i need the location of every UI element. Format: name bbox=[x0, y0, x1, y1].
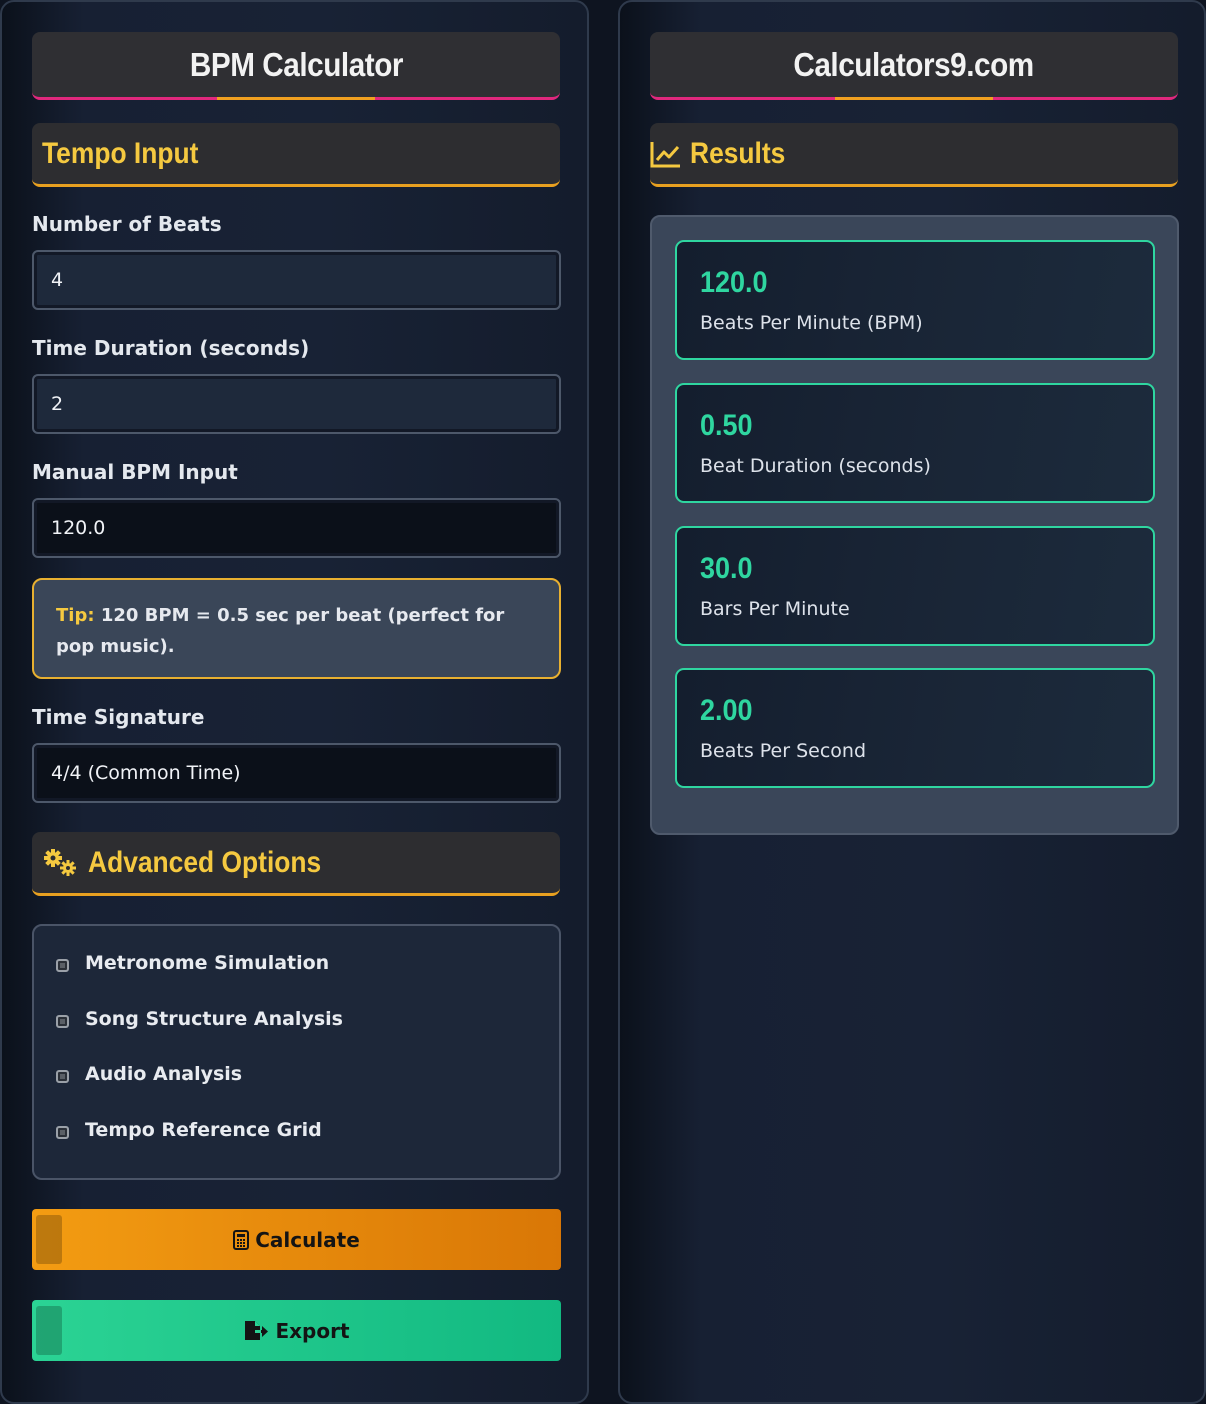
site-header: Calculators9.com bbox=[650, 32, 1178, 100]
option-song-structure-analysis[interactable]: Song Structure Analysis bbox=[56, 1008, 343, 1030]
manual-bpm-input[interactable] bbox=[32, 498, 561, 558]
duration-input[interactable] bbox=[32, 374, 561, 434]
option-label: Metronome Simulation bbox=[85, 952, 330, 974]
beats-input[interactable] bbox=[32, 250, 561, 310]
time-signature-label: Time Signature bbox=[32, 705, 205, 729]
tip-box: Tip: 120 BPM = 0.5 sec per beat (perfect… bbox=[32, 578, 561, 679]
beats-label: Number of Beats bbox=[32, 212, 222, 236]
time-signature-value: 4/4 (Common Time) bbox=[51, 762, 241, 784]
result-value: 30.0 bbox=[700, 552, 753, 585]
advanced-options-section-header: Advanced Options bbox=[32, 832, 560, 896]
audio-analysis-checkbox[interactable] bbox=[56, 1069, 69, 1083]
result-value: 0.50 bbox=[700, 409, 753, 442]
result-label: Beats Per Second bbox=[700, 740, 866, 762]
tempo-input-section-header: Tempo Input bbox=[32, 123, 560, 187]
calculator-header: BPM Calculator bbox=[32, 32, 560, 100]
calculator-title: BPM Calculator bbox=[189, 45, 403, 83]
duration-label: Time Duration (seconds) bbox=[32, 336, 310, 360]
option-tempo-reference-grid[interactable]: Tempo Reference Grid bbox=[56, 1119, 322, 1141]
tempo-grid-checkbox[interactable] bbox=[56, 1125, 69, 1139]
time-signature-select[interactable]: 4/4 (Common Time) bbox=[32, 743, 561, 803]
result-label: Bars Per Minute bbox=[700, 598, 850, 620]
results-section-header: Results bbox=[650, 123, 1178, 187]
export-label: Export bbox=[275, 1318, 350, 1343]
option-metronome-simulation[interactable]: Metronome Simulation bbox=[56, 952, 329, 974]
result-value: 120.0 bbox=[700, 266, 768, 299]
site-title: Calculators9.com bbox=[793, 45, 1035, 83]
result-card-bars-per-minute: 30.0 Bars Per Minute bbox=[675, 526, 1155, 646]
tempo-input-title: Tempo Input bbox=[42, 136, 199, 170]
tip-key: Tip: bbox=[56, 605, 95, 626]
export-button[interactable]: Export bbox=[32, 1300, 561, 1361]
result-value: 2.00 bbox=[700, 694, 753, 727]
results-panel: Calculators9.com Results 120.0 Beats Per… bbox=[618, 0, 1206, 1404]
results-title: Results bbox=[690, 136, 786, 170]
result-card-bpm: 120.0 Beats Per Minute (BPM) bbox=[675, 240, 1155, 360]
result-label: Beats Per Minute (BPM) bbox=[700, 312, 923, 334]
manual-bpm-label: Manual BPM Input bbox=[32, 460, 238, 484]
result-label: Beat Duration (seconds) bbox=[700, 455, 931, 477]
file-export-icon bbox=[243, 1320, 269, 1342]
gears-icon bbox=[42, 848, 80, 878]
result-card-beat-duration: 0.50 Beat Duration (seconds) bbox=[675, 383, 1155, 503]
tip-text: 120 BPM = 0.5 sec per beat (perfect for … bbox=[56, 605, 505, 657]
result-card-beats-per-second: 2.00 Beats Per Second bbox=[675, 668, 1155, 788]
calculate-button[interactable]: Calculate bbox=[32, 1209, 561, 1270]
calculator-icon bbox=[233, 1229, 250, 1250]
option-audio-analysis[interactable]: Audio Analysis bbox=[56, 1063, 242, 1085]
option-label: Tempo Reference Grid bbox=[85, 1119, 322, 1141]
calculator-panel: BPM Calculator Tempo Input Number of Bea… bbox=[0, 0, 589, 1404]
metronome-checkbox[interactable] bbox=[56, 958, 69, 972]
option-label: Song Structure Analysis bbox=[85, 1008, 343, 1030]
calculate-label: Calculate bbox=[255, 1227, 360, 1252]
line-chart-icon bbox=[650, 140, 682, 168]
results-list: 120.0 Beats Per Minute (BPM) 0.50 Beat D… bbox=[650, 215, 1179, 835]
song-structure-checkbox[interactable] bbox=[56, 1014, 69, 1028]
advanced-options-title: Advanced Options bbox=[88, 845, 322, 879]
advanced-options-list: Metronome Simulation Song Structure Anal… bbox=[32, 924, 561, 1180]
option-label: Audio Analysis bbox=[85, 1063, 243, 1085]
